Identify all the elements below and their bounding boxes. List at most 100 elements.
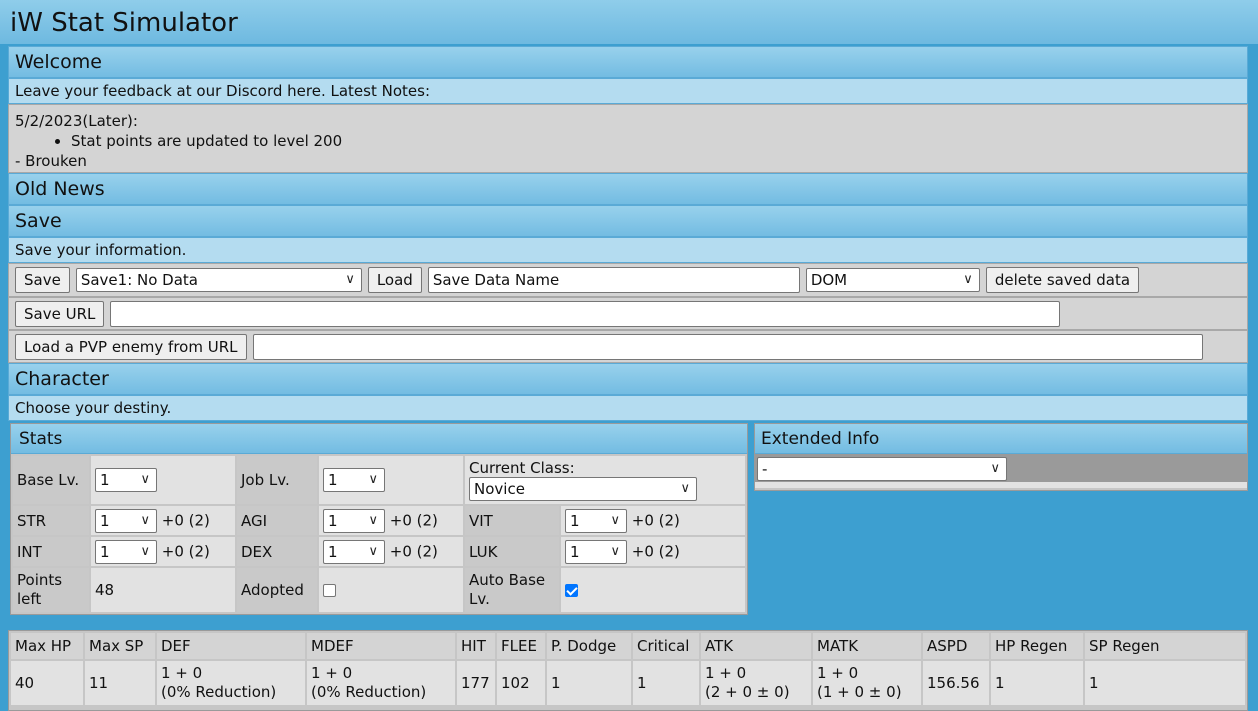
- chevron-down-icon: ∨: [140, 543, 150, 559]
- atk-line2: (2 + 0 ± 0): [705, 683, 790, 701]
- str-select[interactable]: 1 ∨: [95, 508, 157, 533]
- job-lv-value: 1: [328, 471, 338, 489]
- app-title: iW Stat Simulator: [0, 0, 1258, 44]
- old-news-header[interactable]: Old News: [8, 173, 1248, 205]
- base-lv-label: Base Lv.: [13, 456, 89, 504]
- chevron-down-icon: ∨: [368, 512, 378, 528]
- summary-header-row: Max HP Max SP DEF MDEF HIT FLEE P. Dodge…: [11, 633, 1245, 659]
- summary-header: SP Regen: [1085, 633, 1245, 659]
- aspd-value: 156.56: [923, 661, 989, 705]
- chevron-down-icon: ∨: [610, 512, 620, 528]
- int-select[interactable]: 1 ∨: [95, 539, 157, 564]
- save-controls: Save Save1: No Data ∨ Load Save Data Nam…: [8, 263, 1248, 297]
- character-panels: Stats Base Lv. 1 ∨ Job Lv. 1 ∨ Current C…: [8, 421, 1248, 619]
- auto-base-lv-checkbox[interactable]: [565, 584, 578, 597]
- base-lv-value: 1: [100, 471, 110, 489]
- job-lv-label: Job Lv.: [237, 456, 317, 504]
- welcome-note: Leave your feedback at our Discord here.…: [8, 78, 1248, 104]
- sp-regen-value: 1: [1085, 661, 1245, 705]
- matk-value: 1 + 0 (1 + 0 ± 0): [813, 661, 921, 705]
- agi-bonus: +0 (2): [389, 511, 438, 529]
- dex-select[interactable]: 1 ∨: [323, 539, 385, 564]
- adopted-checkbox[interactable]: [323, 584, 336, 597]
- save-url-input[interactable]: [110, 300, 1061, 327]
- summary-table: Max HP Max SP DEF MDEF HIT FLEE P. Dodge…: [9, 631, 1247, 707]
- save-name-input[interactable]: Save Data Name: [427, 267, 800, 293]
- matk-line1: 1 + 0: [817, 664, 859, 682]
- stats-header[interactable]: Stats: [11, 424, 747, 454]
- summary-header: ASPD: [923, 633, 989, 659]
- luk-label: LUK: [465, 537, 559, 566]
- load-button[interactable]: Load: [367, 267, 422, 293]
- save-header[interactable]: Save: [8, 205, 1248, 237]
- critical-value: 1: [633, 661, 699, 705]
- def-line2: (0% Reduction): [161, 683, 277, 701]
- extended-info-value: -: [762, 460, 768, 478]
- points-left-label: Points left: [13, 568, 89, 612]
- agi-select[interactable]: 1 ∨: [323, 508, 385, 533]
- luk-select[interactable]: 1 ∨: [565, 539, 627, 564]
- extended-info-select[interactable]: - ∨: [757, 457, 1007, 481]
- job-lv-select[interactable]: 1 ∨: [323, 468, 385, 492]
- summary-header: P. Dodge: [547, 633, 631, 659]
- matk-line2: (1 + 0 ± 0): [817, 683, 902, 701]
- save-slot-select[interactable]: Save1: No Data ∨: [75, 268, 362, 292]
- int-value: 1: [100, 542, 110, 561]
- int-bonus: +0 (2): [161, 542, 210, 560]
- adopted-label: Adopted: [237, 568, 317, 612]
- vit-label: VIT: [465, 506, 559, 535]
- save-mode-select[interactable]: DOM ∨: [805, 268, 980, 292]
- save-button[interactable]: Save: [15, 267, 70, 293]
- vit-value: 1: [570, 511, 580, 530]
- latest-notes: 5/2/2023(Later): Stat points are updated…: [8, 104, 1248, 173]
- extended-info-panel: Extended Info - ∨: [754, 423, 1248, 491]
- chevron-down-icon: ∨: [345, 272, 355, 287]
- chevron-down-icon: ∨: [963, 272, 973, 287]
- chevron-down-icon: ∨: [140, 472, 150, 487]
- save-url-button[interactable]: Save URL: [15, 300, 105, 327]
- str-bonus: +0 (2): [161, 511, 210, 529]
- character-header[interactable]: Character: [8, 363, 1248, 395]
- def-value: 1 + 0 (0% Reduction): [157, 661, 305, 705]
- welcome-header[interactable]: Welcome: [8, 46, 1248, 78]
- load-pvp-button[interactable]: Load a PVP enemy from URL: [15, 333, 247, 360]
- chevron-down-icon: ∨: [990, 461, 1000, 476]
- vit-bonus: +0 (2): [631, 511, 680, 529]
- news-date: 5/2/2023(Later):: [15, 112, 138, 130]
- mdef-line1: 1 + 0: [311, 664, 353, 682]
- dex-bonus: +0 (2): [389, 542, 438, 560]
- chevron-down-icon: ∨: [368, 543, 378, 559]
- chevron-down-icon: ∨: [368, 472, 378, 487]
- dex-value: 1: [328, 542, 338, 561]
- delete-saved-data-button[interactable]: delete saved data: [985, 267, 1140, 293]
- luk-bonus: +0 (2): [631, 542, 680, 560]
- summary-value-row: 40 11 1 + 0 (0% Reduction) 1 + 0 (0% Red…: [11, 661, 1245, 705]
- def-line1: 1 + 0: [161, 664, 203, 682]
- stats-panel: Stats Base Lv. 1 ∨ Job Lv. 1 ∨ Current C…: [10, 423, 748, 615]
- pvp-url-input[interactable]: [252, 333, 1203, 360]
- points-left-value: 48: [91, 568, 235, 612]
- chevron-down-icon: ∨: [680, 481, 690, 496]
- flee-value: 102: [497, 661, 545, 705]
- p-dodge-value: 1: [547, 661, 631, 705]
- str-value: 1: [100, 511, 110, 530]
- summary-header: Max SP: [85, 633, 155, 659]
- base-lv-select[interactable]: 1 ∨: [95, 468, 157, 492]
- mdef-value: 1 + 0 (0% Reduction): [307, 661, 455, 705]
- news-item: Stat points are updated to level 200: [71, 131, 1241, 151]
- summary-header: MDEF: [307, 633, 455, 659]
- save-slot-value: Save1: No Data: [80, 271, 198, 289]
- summary-panel: Max HP Max SP DEF MDEF HIT FLEE P. Dodge…: [8, 630, 1248, 711]
- summary-header: ATK: [701, 633, 811, 659]
- summary-header: FLEE: [497, 633, 545, 659]
- luk-value: 1: [570, 542, 580, 561]
- current-class-select[interactable]: Novice ∨: [469, 477, 697, 501]
- save-url-row: Save URL: [8, 297, 1248, 330]
- agi-label: AGI: [237, 506, 317, 535]
- stats-table: Base Lv. 1 ∨ Job Lv. 1 ∨ Current Class: …: [11, 454, 747, 614]
- extended-info-header[interactable]: Extended Info: [755, 424, 1247, 454]
- vit-select[interactable]: 1 ∨: [565, 508, 627, 533]
- current-class-label: Current Class:: [469, 459, 575, 477]
- main-frame: Welcome Leave your feedback at our Disco…: [8, 46, 1248, 619]
- summary-header: HP Regen: [991, 633, 1083, 659]
